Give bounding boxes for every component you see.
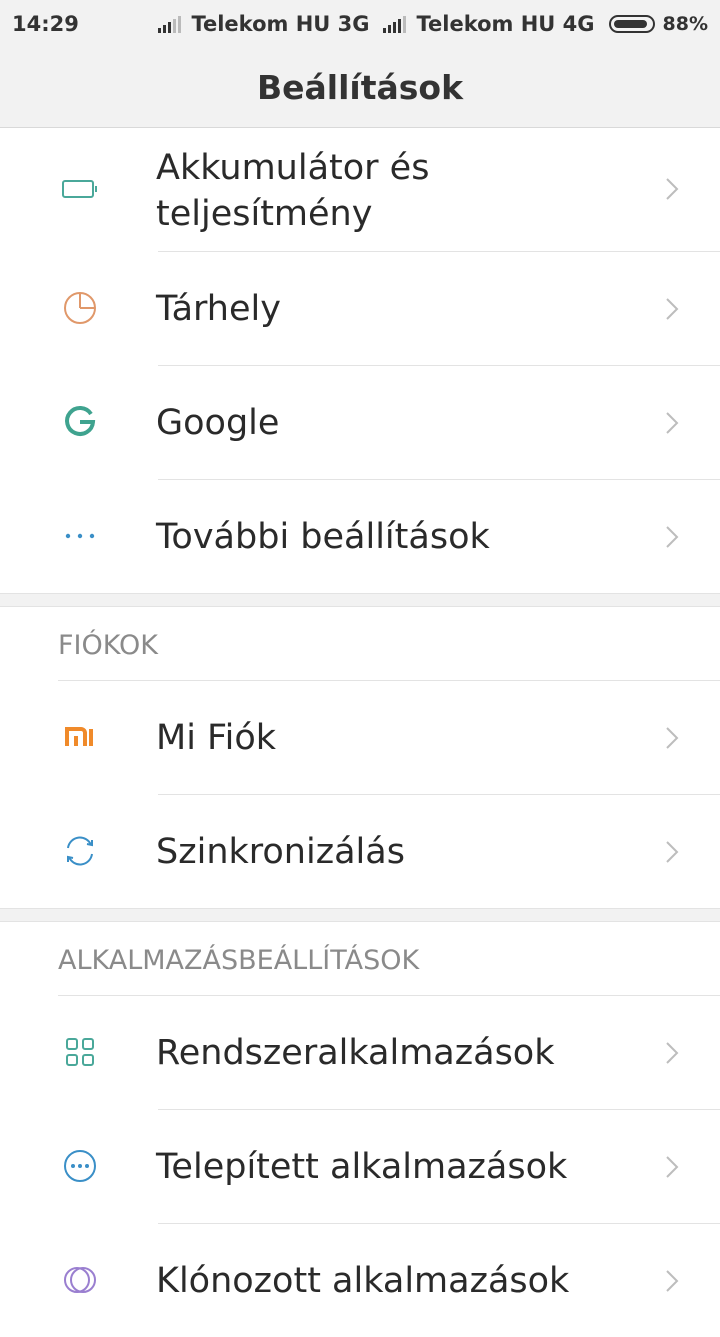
settings-item-label: Akkumulátor és teljesítmény — [156, 148, 430, 234]
settings-item-storage[interactable]: Tárhely — [0, 252, 720, 365]
status-right: Telekom HU 3G Telekom HU 4G 88% — [158, 12, 708, 36]
chevron-right-icon — [666, 526, 679, 548]
chevron-right-icon — [666, 178, 679, 200]
settings-item-label: Tárhely — [156, 289, 281, 329]
settings-item-system-apps[interactable]: Rendszeralkalmazások — [0, 996, 720, 1109]
section-gap — [0, 593, 720, 607]
chevron-right-icon — [666, 841, 679, 863]
settings-item-battery[interactable]: Akkumulátor és teljesítmény — [0, 128, 720, 251]
settings-item-installed-apps[interactable]: Telepített alkalmazások — [0, 1110, 720, 1223]
sync-icon — [62, 833, 98, 869]
battery-icon — [62, 171, 98, 207]
section-header-apps: ALKALMAZÁSBEÁLLÍTÁSOK — [58, 945, 420, 976]
pie-chart-icon — [62, 290, 98, 326]
grid-apps-icon — [62, 1034, 98, 1070]
signal-icon — [383, 15, 407, 33]
chevron-right-icon — [666, 298, 679, 320]
chevron-right-icon — [666, 412, 679, 434]
chat-dots-icon — [62, 1148, 98, 1184]
carrier-2: Telekom HU 4G — [416, 12, 595, 36]
settings-item-label: Rendszeralkalmazások — [156, 1033, 555, 1073]
mi-logo-icon — [62, 719, 98, 755]
status-bar: 14:29 Telekom HU 3G Telekom HU 4G 88% — [0, 0, 720, 48]
settings-item-sync[interactable]: Szinkronizálás — [0, 795, 720, 908]
settings-item-mi-account[interactable]: Mi Fiók — [0, 681, 720, 794]
settings-item-google[interactable]: Google — [0, 366, 720, 479]
chevron-right-icon — [666, 1042, 679, 1064]
more-dots-icon — [62, 518, 98, 554]
chevron-right-icon — [666, 727, 679, 749]
settings-item-label: Szinkronizálás — [156, 832, 405, 872]
clone-icon — [62, 1262, 98, 1298]
section-gap — [0, 908, 720, 922]
settings-item-label: Telepített alkalmazások — [156, 1147, 568, 1187]
google-icon — [62, 404, 98, 440]
settings-item-label: Klónozott alkalmazások — [156, 1261, 570, 1301]
settings-item-cloned-apps[interactable]: Klónozott alkalmazások — [0, 1224, 720, 1337]
battery-percent: 88% — [662, 13, 708, 35]
chevron-right-icon — [666, 1270, 679, 1292]
status-time: 14:29 — [12, 12, 79, 36]
section-header-accounts: FIÓKOK — [58, 630, 158, 661]
signal-icon — [158, 15, 182, 33]
settings-item-more[interactable]: További beállítások — [0, 480, 720, 593]
settings-item-label: Mi Fiók — [156, 718, 277, 758]
page-title: Beállítások — [256, 68, 464, 107]
chevron-right-icon — [666, 1156, 679, 1178]
title-bar: Beállítások — [0, 48, 720, 128]
carrier-1: Telekom HU 3G — [191, 12, 370, 36]
settings-item-label: Google — [156, 403, 280, 443]
settings-item-label: További beállítások — [156, 517, 490, 557]
battery-icon — [608, 15, 655, 33]
